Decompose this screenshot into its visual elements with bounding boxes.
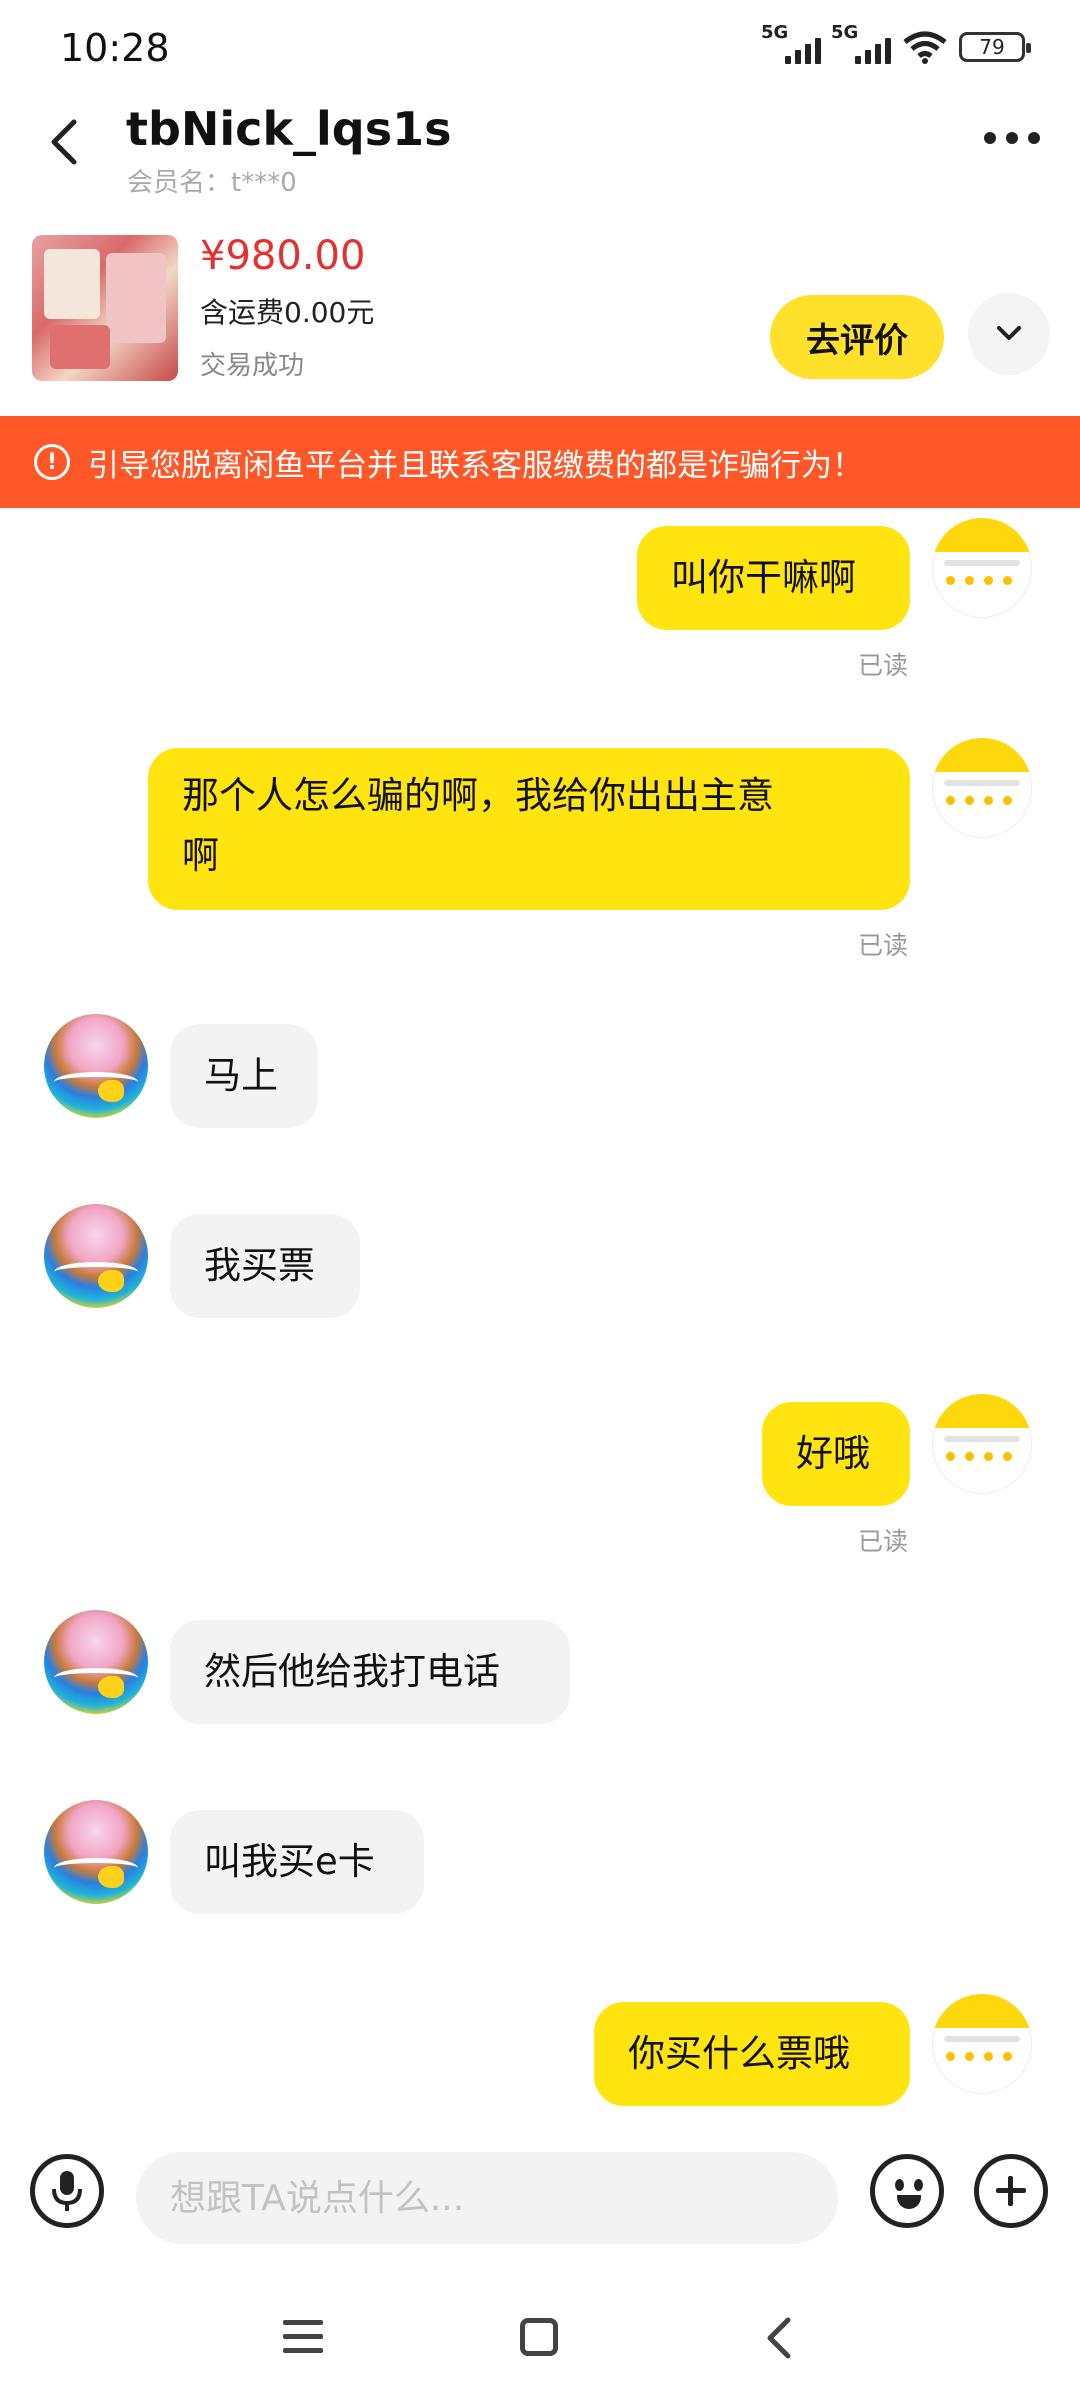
status-time: 10:28 — [60, 26, 170, 70]
warning-text: 引导您脱离闲鱼平台并且联系客服缴费的都是诈骗行为！ — [88, 447, 863, 484]
menu-icon[interactable] — [283, 2320, 323, 2356]
message-bubble-incoming[interactable]: 然后他给我打电话 — [170, 1620, 570, 1724]
status-icons: 5G 5G 79 — [761, 22, 1031, 64]
plus-icon[interactable] — [974, 2154, 1048, 2228]
read-receipt: 已读 — [858, 651, 909, 680]
battery-level: 79 — [979, 35, 1005, 59]
my-avatar[interactable] — [932, 1994, 1032, 2094]
battery-icon: 79 — [959, 32, 1031, 62]
my-avatar[interactable] — [932, 738, 1032, 838]
contact-avatar[interactable] — [44, 1014, 148, 1118]
message-bubble-outgoing[interactable]: 那个人怎么骗的啊，我给你出出主意 啊 — [148, 748, 910, 910]
status-bar: 10:28 5G 5G 79 — [0, 0, 1080, 90]
message-text: 叫你干嘛啊 — [671, 556, 856, 599]
home-icon[interactable] — [520, 2318, 558, 2356]
expand-button[interactable] — [968, 293, 1050, 375]
product-price: ¥980.00 — [200, 233, 366, 279]
message-text: 好哦 — [796, 1432, 870, 1475]
message-bubble-outgoing[interactable]: 好哦 — [762, 1402, 910, 1506]
fraud-warning-banner: ! 引导您脱离闲鱼平台并且联系客服缴费的都是诈骗行为！ — [0, 416, 1080, 508]
message-bubble-incoming[interactable]: 我买票 — [170, 1214, 360, 1318]
product-card[interactable]: ¥980.00 含运费0.00元 交易成功 去评价 — [0, 225, 1080, 415]
system-nav-bar — [0, 2280, 1080, 2400]
back-icon[interactable] — [760, 2316, 800, 2360]
signal-label: 5G — [831, 22, 859, 43]
message-input-bar — [0, 2140, 1080, 2250]
read-receipt: 已读 — [858, 1527, 909, 1556]
message-list[interactable]: 叫你干嘛啊 已读 那个人怎么骗的啊，我给你出出主意 啊 已读 马上 我买票 好哦… — [0, 508, 1080, 2148]
contact-avatar[interactable] — [44, 1800, 148, 1904]
signal-icon: 5G — [831, 22, 891, 64]
trade-status: 交易成功 — [200, 351, 305, 381]
message-text: 你买什么票哦 — [628, 2032, 850, 2075]
message-bubble-incoming[interactable]: 叫我买e卡 — [170, 1810, 424, 1914]
voice-button[interactable] — [30, 2154, 104, 2228]
product-thumbnail[interactable] — [32, 235, 178, 381]
member-name: 会员名：t***0 — [127, 168, 297, 198]
more-dots-icon[interactable] — [984, 132, 1040, 144]
message-text: 我买票 — [204, 1244, 315, 1287]
wifi-icon — [903, 31, 947, 64]
my-avatar[interactable] — [932, 518, 1032, 618]
message-bubble-outgoing[interactable]: 叫你干嘛啊 — [637, 526, 910, 630]
contact-avatar[interactable] — [44, 1610, 148, 1714]
message-bubble-incoming[interactable]: 马上 — [170, 1024, 318, 1128]
message-input[interactable] — [136, 2152, 838, 2244]
message-text-line: 啊 — [182, 834, 219, 877]
signal-icon: 5G — [761, 22, 821, 64]
back-arrow-icon[interactable] — [40, 112, 90, 172]
message-text-line: 那个人怎么骗的啊，我给你出出主意 — [182, 774, 774, 817]
review-button[interactable]: 去评价 — [770, 295, 944, 379]
warning-circle-icon: ! — [34, 444, 70, 480]
my-avatar[interactable] — [932, 1394, 1032, 1494]
signal-label: 5G — [761, 22, 789, 43]
message-text: 叫我买e卡 — [204, 1840, 375, 1883]
shipping-fee: 含运费0.00元 — [200, 296, 375, 329]
contact-avatar[interactable] — [44, 1204, 148, 1308]
chat-header: tbNick_lqs1s 会员名：t***0 — [0, 90, 1080, 200]
emoji-icon[interactable] — [870, 2154, 944, 2228]
contact-nickname: tbNick_lqs1s — [126, 102, 452, 156]
chevron-down-icon — [997, 326, 1021, 340]
message-text: 然后他给我打电话 — [204, 1650, 500, 1693]
read-receipt: 已读 — [858, 931, 909, 960]
message-bubble-outgoing[interactable]: 你买什么票哦 — [594, 2002, 910, 2106]
message-text: 马上 — [204, 1054, 278, 1097]
microphone-icon — [52, 2171, 82, 2211]
